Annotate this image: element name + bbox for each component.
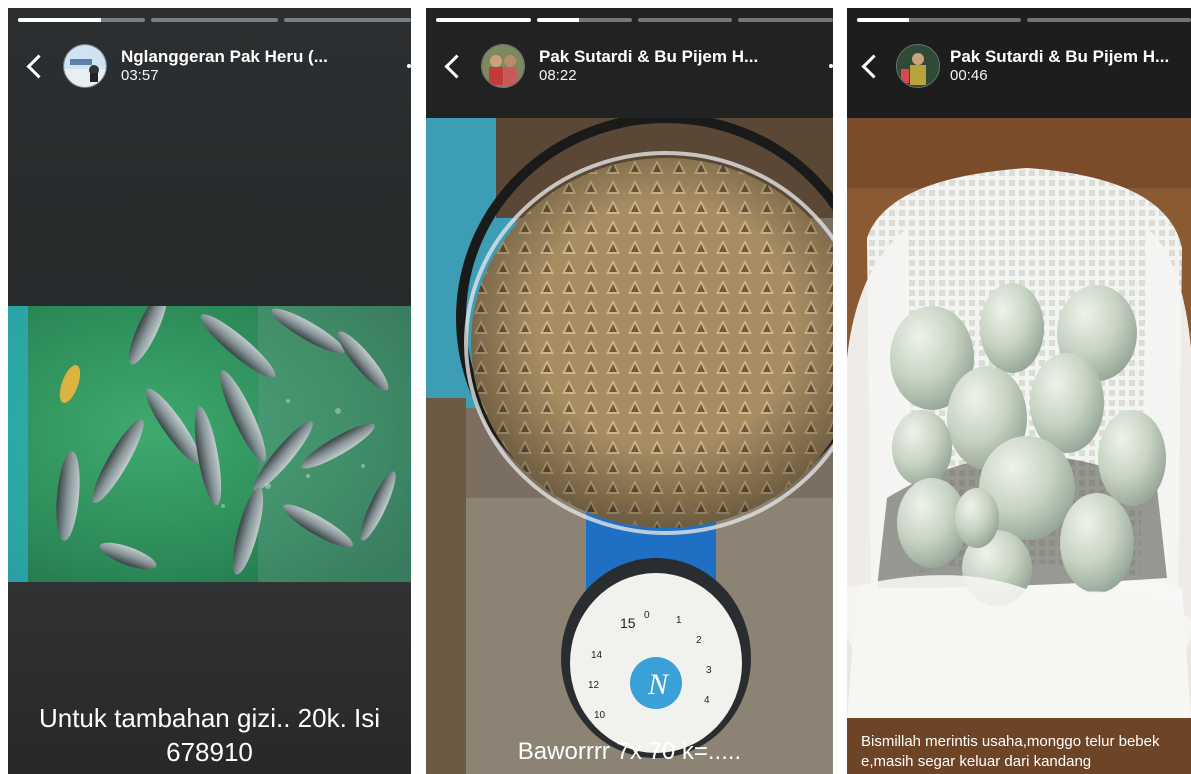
svg-text:15: 15 xyxy=(620,615,636,631)
story-time: 08:22 xyxy=(539,67,577,85)
back-arrow-icon[interactable] xyxy=(26,53,51,79)
story-photo-duck-eggs xyxy=(847,118,1191,774)
story-panel-1[interactable]: Nglanggeran Pak Heru (... 03:57 Untuk ta… xyxy=(8,8,411,774)
story-panel-2[interactable]: N 15 0 1 2 3 4 14 12 10 Pak Sutardi & Bu… xyxy=(426,8,833,774)
account-name[interactable]: Pak Sutardi & Bu Pijem H... xyxy=(539,47,758,67)
story-caption: Untuk tambahan gizi.. 20k. Isi 678910 xyxy=(38,703,381,767)
story-caption: Bismillah merintis usaha,monggo telur be… xyxy=(861,733,1160,770)
story-caption: Baworrrr 7x 70 k=..... xyxy=(517,738,742,765)
svg-text:14: 14 xyxy=(591,650,603,661)
svg-text:2: 2 xyxy=(696,635,702,646)
avatar[interactable] xyxy=(896,44,940,88)
back-arrow-icon[interactable] xyxy=(861,53,886,79)
story-panel-3[interactable]: Pak Sutardi & Bu Pijem H... 00:46 Bismil… xyxy=(847,8,1191,774)
svg-text:1: 1 xyxy=(676,615,682,626)
story-header: Nglanggeran Pak Heru (... 03:57 xyxy=(8,36,411,96)
avatar[interactable] xyxy=(63,44,107,88)
svg-text:4: 4 xyxy=(704,695,710,706)
account-name[interactable]: Nglanggeran Pak Heru (... xyxy=(121,47,328,67)
progress-segment xyxy=(436,18,531,22)
progress-segment xyxy=(536,18,632,22)
progress-segment xyxy=(738,18,833,22)
story-progress-bar xyxy=(18,18,411,22)
more-options-icon[interactable] xyxy=(829,64,833,68)
svg-text:N: N xyxy=(647,668,670,701)
story-time: 00:46 xyxy=(950,67,988,85)
story-photo-fish-pond xyxy=(8,306,411,582)
more-options-icon[interactable] xyxy=(407,64,411,68)
svg-text:12: 12 xyxy=(588,680,600,691)
progress-segment xyxy=(284,18,411,22)
svg-text:3: 3 xyxy=(706,665,712,676)
svg-text:10: 10 xyxy=(594,710,606,721)
story-time: 03:57 xyxy=(121,67,159,85)
story-photo-durian-on-scale: N 15 0 1 2 3 4 14 12 10 xyxy=(426,118,833,774)
story-progress-bar xyxy=(436,18,833,22)
story-progress-bar xyxy=(857,18,1191,22)
progress-segment xyxy=(1027,18,1191,22)
back-arrow-icon[interactable] xyxy=(444,53,469,79)
avatar[interactable] xyxy=(481,44,525,88)
story-header: Pak Sutardi & Bu Pijem H... 08:22 xyxy=(426,36,833,96)
svg-text:0: 0 xyxy=(644,610,650,621)
account-name[interactable]: Pak Sutardi & Bu Pijem H... xyxy=(950,47,1169,67)
progress-segment xyxy=(637,18,733,22)
story-header: Pak Sutardi & Bu Pijem H... 00:46 xyxy=(847,36,1191,96)
progress-segment xyxy=(18,18,145,22)
progress-segment xyxy=(151,18,278,22)
progress-segment xyxy=(857,18,1021,22)
